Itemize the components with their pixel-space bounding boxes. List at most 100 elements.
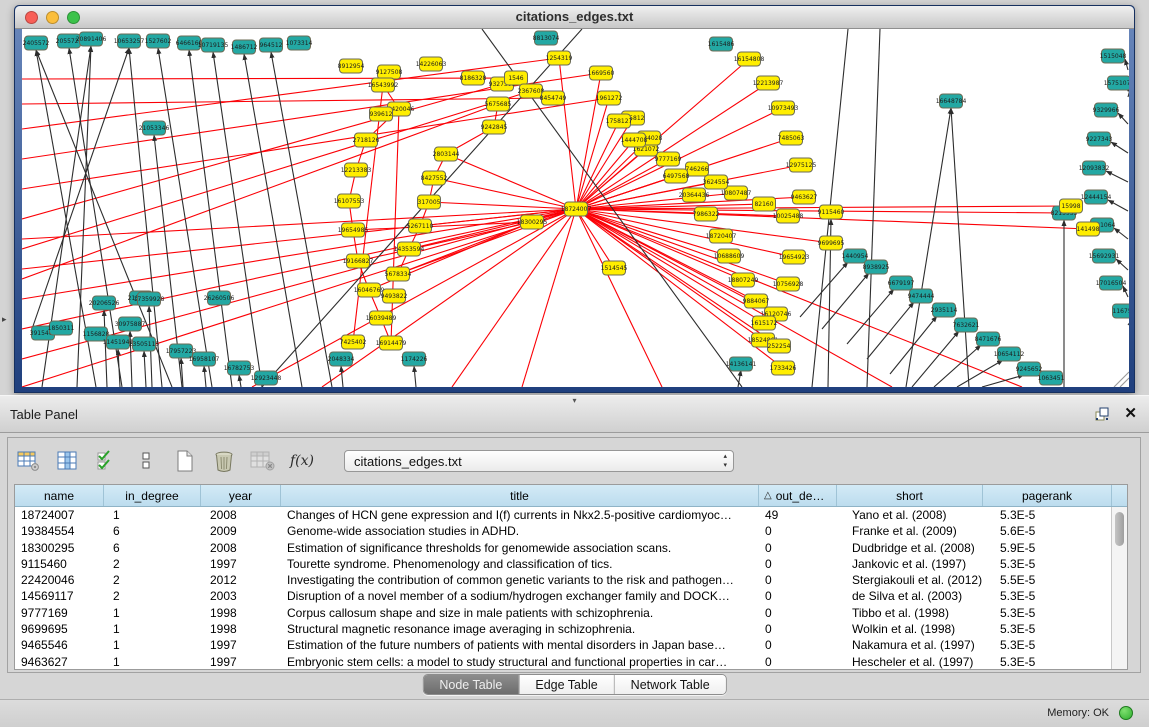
column-chooser-button[interactable] xyxy=(133,448,159,474)
graph-node[interactable]: 1514545 xyxy=(601,261,628,275)
graph-edge[interactable] xyxy=(22,98,609,189)
function-builder-button[interactable]: f(x) xyxy=(289,448,315,474)
graph-node[interactable]: 8912954 xyxy=(338,59,365,73)
graph-edge[interactable] xyxy=(576,209,614,268)
graph-edge[interactable] xyxy=(144,351,146,387)
table-row[interactable]: 977716911998Corpus callosum shape and si… xyxy=(15,605,1111,621)
graph-node[interactable]: 10025488 xyxy=(773,209,804,223)
graph-node[interactable]: 21053346 xyxy=(139,121,170,135)
graph-node[interactable]: 9777169 xyxy=(655,152,682,166)
graph-node[interactable]: 2935114 xyxy=(931,303,958,317)
graph-edge[interactable] xyxy=(434,178,576,209)
graph-edge[interactable] xyxy=(867,302,914,359)
vertical-scrollbar[interactable] xyxy=(1111,507,1127,669)
graph-node[interactable]: 13505115 xyxy=(129,337,160,351)
graph-node[interactable]: 9474444 xyxy=(908,289,935,303)
graph-node[interactable]: 12213383 xyxy=(341,163,372,177)
column-header-name[interactable]: name xyxy=(15,485,104,506)
graph-node[interactable]: 2405572 xyxy=(23,36,50,50)
graph-node[interactable]: 10654112 xyxy=(994,347,1025,361)
graph-edge[interactable] xyxy=(213,52,262,387)
graph-node[interactable]: 9245652 xyxy=(1016,362,1043,376)
graph-node[interactable]: 1254319 xyxy=(546,51,573,65)
table-row[interactable]: 1938455462009Genome-wide association stu… xyxy=(15,523,1111,539)
graph-node[interactable]: 19166827 xyxy=(343,254,374,268)
table-row[interactable]: 946554611997Estimation of the future num… xyxy=(15,637,1111,653)
graph-node[interactable]: 1440954 xyxy=(842,249,869,263)
graph-node[interactable]: 18724007 xyxy=(561,202,592,216)
graph-node[interactable]: 1486712 xyxy=(231,40,258,54)
close-panel-button[interactable]: ✕ xyxy=(1124,406,1137,422)
delete-column-button[interactable] xyxy=(211,448,237,474)
graph-node[interactable]: 317005 xyxy=(418,195,441,209)
graph-node[interactable]: 2048334 xyxy=(328,352,355,366)
tab-edge-table[interactable]: Edge Table xyxy=(519,675,614,694)
graph-node[interactable]: 252254 xyxy=(768,339,791,353)
graph-node[interactable]: 9493822 xyxy=(381,289,408,303)
graph-edge[interactable] xyxy=(104,310,107,387)
column-header-year[interactable]: year xyxy=(201,485,281,506)
graph-edge[interactable] xyxy=(239,375,241,387)
table-mode-button[interactable] xyxy=(16,448,42,474)
graph-edge[interactable] xyxy=(129,48,162,387)
graph-edge[interactable] xyxy=(576,209,1022,387)
delete-table-button[interactable] xyxy=(250,448,276,474)
graph-node[interactable]: 17359928 xyxy=(134,292,165,306)
graph-node[interactable]: 1174226 xyxy=(401,352,428,366)
graph-node[interactable]: 18300295 xyxy=(517,215,548,229)
graph-node[interactable]: 1063451 xyxy=(1038,371,1065,385)
graph-node[interactable]: 1515048 xyxy=(1100,49,1127,63)
graph-edge[interactable] xyxy=(559,58,576,209)
graph-edge[interactable] xyxy=(414,366,416,387)
graph-node[interactable]: 18720407 xyxy=(706,229,737,243)
graph-node[interactable]: 7485063 xyxy=(778,131,805,145)
table-row[interactable]: 946362711997Embryonic stem cells: a mode… xyxy=(15,654,1111,669)
graph-node[interactable]: 8186328 xyxy=(460,71,487,85)
graph-edge[interactable] xyxy=(1111,142,1128,153)
graph-node[interactable]: 8471676 xyxy=(975,332,1002,346)
graph-node[interactable]: 16782753 xyxy=(224,361,255,375)
graph-node[interactable]: 5675685 xyxy=(485,97,512,111)
graph-edge[interactable] xyxy=(118,349,120,387)
tab-network-table[interactable]: Network Table xyxy=(615,675,726,694)
graph-node[interactable]: 939612 xyxy=(370,107,393,121)
table-row[interactable]: 1872400712008Changes of HCN gene express… xyxy=(15,507,1111,523)
graph-node[interactable]: 20891406 xyxy=(76,32,107,46)
graph-edge[interactable] xyxy=(341,366,343,387)
table-row[interactable]: 911546021997Tourette syndrome. Phenomeno… xyxy=(15,556,1111,572)
graph-edge[interactable] xyxy=(22,98,553,104)
graph-node[interactable]: 5678334 xyxy=(385,267,412,281)
graph-node[interactable]: 12444154 xyxy=(1081,190,1112,204)
graph-node[interactable]: 17016504 xyxy=(1096,276,1127,290)
graph-node[interactable]: 6497568 xyxy=(663,169,690,183)
graph-node[interactable]: 2718126 xyxy=(353,133,380,147)
graph-node[interactable]: 1758127 xyxy=(606,114,633,128)
window-titlebar[interactable]: citations_edges.txt xyxy=(15,6,1134,29)
graph-node[interactable]: 1733426 xyxy=(770,361,797,375)
column-header-in_degree[interactable]: in_degree xyxy=(104,485,201,506)
panel-collapse-arrow[interactable]: ▸ xyxy=(2,314,7,325)
graph-node[interactable]: 8427552 xyxy=(421,171,448,185)
graph-edge[interactable] xyxy=(244,54,302,387)
graph-node[interactable]: 1615172 xyxy=(751,316,778,330)
graph-node[interactable]: 26260506 xyxy=(204,291,235,305)
graph-edge[interactable] xyxy=(446,154,576,209)
table-row[interactable]: 2242004622012Investigating the contribut… xyxy=(15,572,1111,588)
graph-node[interactable]: 15751074 xyxy=(1104,76,1129,90)
graph-edge[interactable] xyxy=(353,85,383,342)
table-row[interactable]: 1830029562008Estimation of significance … xyxy=(15,540,1111,556)
graph-node[interactable]: 9227343 xyxy=(1086,132,1113,146)
graph-edge[interactable] xyxy=(271,52,332,387)
graph-node[interactable]: 9115460 xyxy=(818,205,845,219)
column-visibility-button[interactable] xyxy=(55,448,81,474)
graph-node[interactable]: 1850311 xyxy=(48,321,75,335)
graph-node[interactable]: 9699695 xyxy=(818,236,845,250)
graph-edge[interactable] xyxy=(32,48,129,329)
graph-node[interactable]: 16914479 xyxy=(376,336,407,350)
graph-node[interactable]: 1073314 xyxy=(286,36,313,50)
graph-edge[interactable] xyxy=(934,345,981,387)
graph-node[interactable]: 7632621 xyxy=(953,318,980,332)
graph-node[interactable]: 14226063 xyxy=(416,57,447,71)
create-column-button[interactable] xyxy=(172,448,198,474)
graph-node[interactable]: 141498 xyxy=(1077,222,1100,236)
